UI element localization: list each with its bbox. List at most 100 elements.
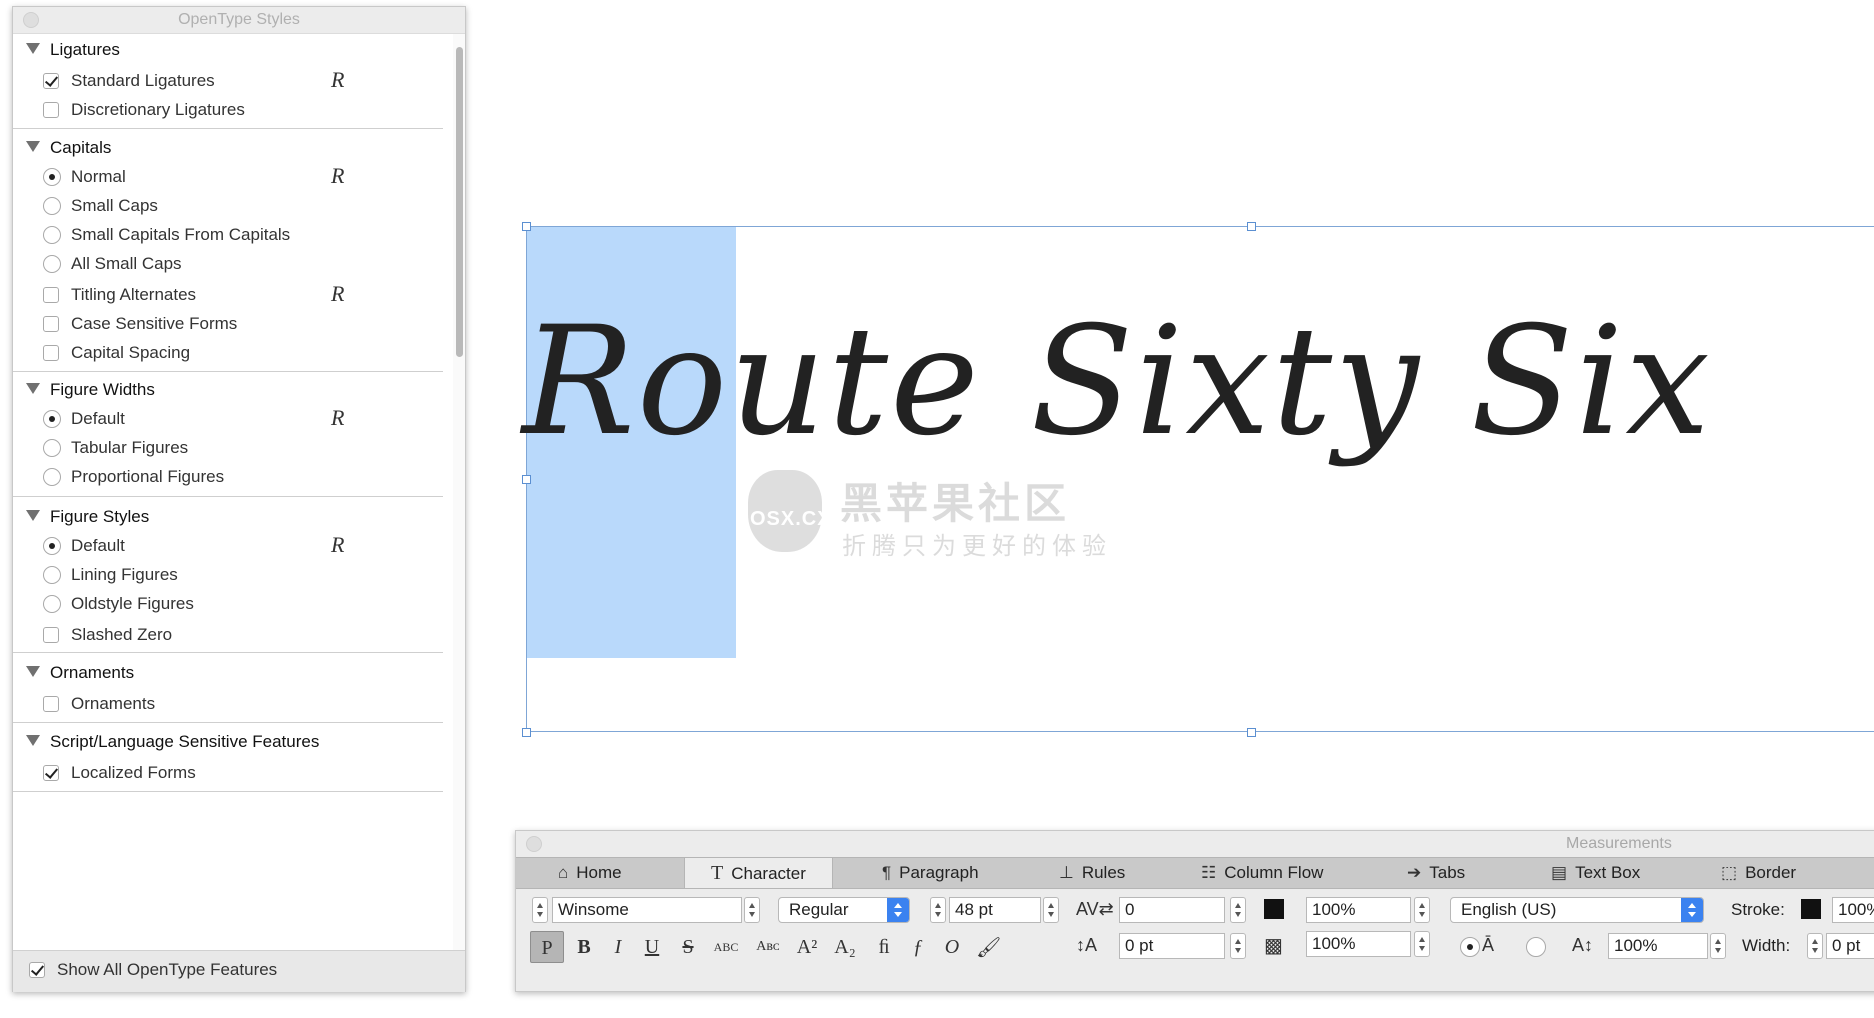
tracking-field[interactable]: 0: [1119, 897, 1225, 923]
watermark-logo-text: OSX.CX: [750, 508, 832, 530]
kerning-radio[interactable]: [1460, 937, 1480, 957]
shade-stepper[interactable]: [1414, 897, 1430, 923]
radio-button[interactable]: [43, 566, 61, 584]
tab-home[interactable]: ⌂ Home: [558, 858, 622, 888]
radio-button[interactable]: [43, 226, 61, 244]
radio-button[interactable]: [43, 537, 61, 555]
panel-title: OpenType Styles: [178, 11, 300, 28]
resize-handle-bottom-left[interactable]: [522, 728, 531, 737]
section-ornaments[interactable]: Ornaments: [26, 663, 134, 683]
section-figure-widths[interactable]: Figure Widths: [26, 380, 155, 400]
font-field[interactable]: Winsome: [552, 897, 742, 923]
font-size-field[interactable]: 48 pt: [949, 897, 1041, 923]
disclosure-triangle-icon[interactable]: [26, 383, 40, 394]
radio-button[interactable]: [43, 595, 61, 613]
opentype-feature-list: Ligatures Standard Ligatures R Discretio…: [13, 34, 453, 950]
resize-handle-middle-left[interactable]: [522, 475, 531, 484]
width-field[interactable]: 0 pt: [1826, 933, 1874, 959]
house-icon: ⌂: [558, 863, 569, 882]
superscript-button[interactable]: A²: [790, 931, 824, 963]
size-stepper[interactable]: [1043, 897, 1059, 923]
text-box-icon: ▤: [1551, 863, 1568, 882]
font-style-popup[interactable]: Regular: [778, 897, 910, 923]
baseline-shift-field[interactable]: 0 pt: [1119, 933, 1225, 959]
radio-button[interactable]: [43, 468, 61, 486]
vertical-scale-stepper[interactable]: [1710, 933, 1726, 959]
divider: [13, 652, 443, 653]
tab-rules[interactable]: ⊥ Rules: [1059, 858, 1125, 888]
italic-button[interactable]: I: [602, 931, 634, 963]
checkbox[interactable]: [43, 102, 59, 118]
popup-arrow-icon: [1681, 898, 1703, 922]
checkbox[interactable]: [43, 627, 59, 643]
size-stepper-left[interactable]: [930, 897, 946, 923]
checkbox[interactable]: [43, 287, 59, 303]
small-caps-button[interactable]: Aʙᴄ: [748, 931, 788, 963]
resize-handle-top-left[interactable]: [522, 222, 531, 231]
opacity-stepper[interactable]: [1414, 931, 1430, 957]
subscript-button[interactable]: A₂: [828, 931, 862, 963]
language-popup[interactable]: English (US): [1450, 897, 1704, 923]
disclosure-triangle-icon[interactable]: [26, 510, 40, 521]
radio-button[interactable]: [43, 439, 61, 457]
radio-button[interactable]: [43, 197, 61, 215]
section-capitals[interactable]: Capitals: [26, 138, 111, 158]
radio-button[interactable]: [43, 168, 61, 186]
scrollbar-thumb[interactable]: [456, 47, 463, 357]
superior-button[interactable]: ƒ: [902, 931, 934, 963]
plain-style-button[interactable]: P: [530, 931, 564, 963]
checkbox[interactable]: [43, 765, 59, 781]
tab-text-box[interactable]: ▤ Text Box: [1551, 858, 1640, 888]
bold-button[interactable]: B: [568, 931, 600, 963]
section-ligatures[interactable]: Ligatures: [26, 40, 120, 60]
stroke-label: Stroke:: [1731, 900, 1785, 919]
checkbox[interactable]: [43, 316, 59, 332]
stroke-color-swatch[interactable]: [1801, 899, 1821, 919]
section-figure-styles[interactable]: Figure Styles: [26, 507, 149, 527]
all-caps-button[interactable]: ABC: [706, 931, 746, 963]
outline-button[interactable]: O: [936, 931, 968, 963]
tab-character[interactable]: T Character: [684, 858, 833, 888]
tab-tabs[interactable]: ➔ Tabs: [1407, 858, 1465, 888]
checkbox[interactable]: [43, 73, 59, 89]
vertical-scale-field[interactable]: 100%: [1608, 933, 1708, 959]
divider: [13, 496, 443, 497]
radio-button[interactable]: [43, 410, 61, 428]
section-script-language[interactable]: Script/Language Sensitive Features: [26, 732, 319, 752]
paint-brush-icon[interactable]: 🖌: [976, 935, 1001, 960]
opacity-field[interactable]: 100%: [1306, 931, 1411, 957]
tracking-stepper[interactable]: [1230, 897, 1246, 923]
radio-button[interactable]: [43, 255, 61, 273]
tracking-radio[interactable]: [1526, 937, 1546, 957]
font-menu-stepper[interactable]: [744, 897, 760, 923]
close-button[interactable]: [526, 836, 542, 852]
sample-glyph: R: [331, 532, 345, 557]
disclosure-triangle-icon[interactable]: [26, 43, 40, 54]
headline-text[interactable]: Route Sixty Six: [522, 295, 1712, 469]
checkbox[interactable]: [29, 962, 45, 978]
tab-column-flow[interactable]: ☷ Column Flow: [1201, 858, 1323, 888]
text-color-swatch[interactable]: [1264, 899, 1284, 919]
stroke-field[interactable]: 100%: [1832, 897, 1874, 923]
panel-titlebar: OpenType Styles: [13, 7, 465, 34]
ligatures-button[interactable]: ﬁ: [868, 931, 900, 963]
tracking-icon: AV⇄: [1076, 899, 1114, 919]
checkbox[interactable]: [43, 696, 59, 712]
checkbox[interactable]: [43, 345, 59, 361]
resize-handle-bottom-middle[interactable]: [1247, 728, 1256, 737]
disclosure-triangle-icon[interactable]: [26, 666, 40, 677]
disclosure-triangle-icon[interactable]: [26, 735, 40, 746]
font-stepper[interactable]: [532, 897, 548, 923]
tab-border[interactable]: ⬚ Border: [1721, 858, 1796, 888]
shade-field[interactable]: 100%: [1306, 897, 1411, 923]
measurements-palette: Measurements ⌂ Home T Character ¶ Paragraph…: [515, 830, 1874, 992]
baseline-shift-stepper[interactable]: [1230, 933, 1246, 959]
tab-arrow-icon: ➔: [1407, 863, 1422, 882]
watermark-subtitle: 折腾只为更好的体验: [842, 533, 1112, 560]
disclosure-triangle-icon[interactable]: [26, 141, 40, 152]
resize-handle-top-middle[interactable]: [1247, 222, 1256, 231]
tab-paragraph[interactable]: ¶ Paragraph: [882, 858, 979, 888]
strikethrough-button[interactable]: S: [672, 931, 704, 963]
width-stepper[interactable]: [1807, 933, 1823, 959]
underline-button[interactable]: U: [636, 931, 668, 963]
